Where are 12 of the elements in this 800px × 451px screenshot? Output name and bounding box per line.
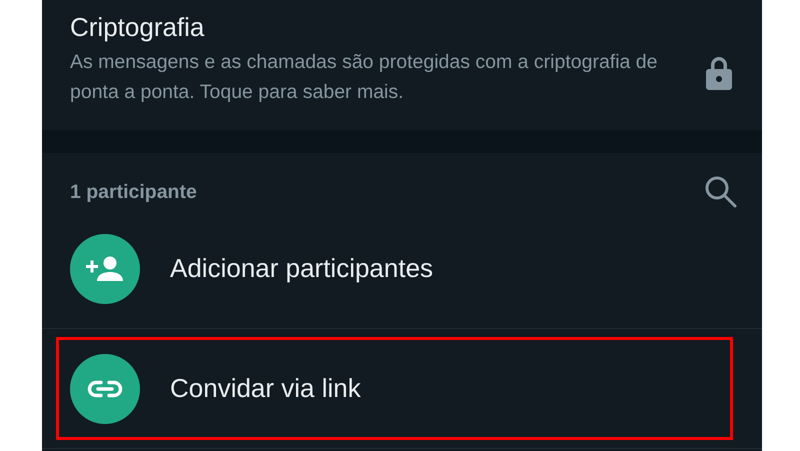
lock-icon [705,56,733,90]
action-label: Convidar via link [170,373,361,404]
encryption-description: As mensagens e as chamadas são protegidas com a criptografia de ponta a ponta. Toque para saber mais. [70,50,658,105]
encryption-row[interactable]: Criptografia As mensagens e as chamadas são protegidas com a criptografia de ponta a ponta. Toque para saber mais. [42,0,762,130]
participants-heading: 1 participante [70,180,197,204]
link-icon [87,380,123,398]
action-label: Adicionar participantes [170,253,434,284]
search-icon[interactable] [704,175,738,209]
encryption-title: Criptografia [70,12,206,43]
add-person-icon [86,256,124,282]
action-row[interactable]: Convidar via link [42,329,762,449]
action-row[interactable]: Adicionar participantes [42,209,762,329]
